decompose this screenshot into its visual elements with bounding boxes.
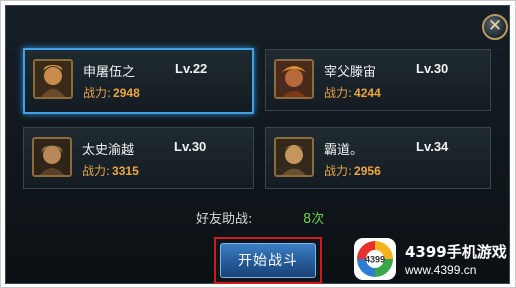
- brand-url: www.4399.cn: [405, 263, 477, 277]
- power-value: 3315: [112, 164, 139, 178]
- hero-power: 战力: 2956: [324, 162, 381, 179]
- power-label: 战力:: [82, 164, 111, 178]
- screenshot-frame: ✕ 申屠伍之 Lv.22 战力: 2948 宰父滕宙 Lv.30 战力: 424…: [0, 0, 516, 288]
- hero-power: 战力: 4244: [324, 84, 381, 101]
- close-icon: ✕: [487, 16, 503, 36]
- hero-name: 太史渝越: [82, 143, 135, 158]
- hero-level: Lv.30: [174, 139, 207, 154]
- brand-logo-text: 4399: [365, 255, 385, 265]
- power-label: 战力:: [324, 86, 353, 100]
- hero-card-1[interactable]: 申屠伍之 Lv.22 战力: 2948: [23, 48, 254, 114]
- power-value: 2948: [113, 86, 140, 100]
- power-label: 战力:: [324, 164, 353, 178]
- hero-card-2[interactable]: 宰父滕宙 Lv.30 战力: 4244: [265, 49, 491, 111]
- hero-avatar-icon: [32, 137, 72, 177]
- hero-avatar-icon: [274, 59, 314, 99]
- close-button[interactable]: ✕: [482, 14, 508, 40]
- power-value: 2956: [354, 164, 381, 178]
- hero-level: Lv.30: [416, 61, 449, 76]
- power-label: 战力:: [83, 86, 112, 100]
- start-battle-highlight: 开始战斗: [214, 237, 322, 284]
- watermark: 4399 4399手机游戏 www.4399.cn: [353, 237, 511, 285]
- hero-name: 宰父滕宙: [324, 65, 377, 80]
- friend-assist-info: 好友助战: 8次: [196, 208, 324, 227]
- power-value: 4244: [354, 86, 381, 100]
- hero-power: 战力: 2948: [83, 84, 140, 101]
- hero-level: Lv.34: [416, 139, 449, 154]
- hero-card-3[interactable]: 太史渝越 Lv.30 战力: 3315: [23, 127, 254, 189]
- brand-name: 4399手机游戏: [405, 243, 507, 261]
- hero-power: 战力: 3315: [82, 162, 139, 179]
- start-battle-button[interactable]: 开始战斗: [220, 243, 316, 278]
- friend-assist-label: 好友助战:: [196, 212, 253, 227]
- hero-card-4[interactable]: 霸道。 Lv.34 战力: 2956: [265, 127, 491, 189]
- friend-assist-count: 8次: [303, 212, 325, 227]
- hero-name: 霸道。: [324, 143, 364, 158]
- hero-avatar-icon: [274, 137, 314, 177]
- hero-avatar-icon: [33, 59, 73, 99]
- hero-level: Lv.22: [175, 61, 208, 76]
- brand-logo-icon: 4399: [354, 238, 396, 280]
- hero-name: 申屠伍之: [83, 65, 136, 80]
